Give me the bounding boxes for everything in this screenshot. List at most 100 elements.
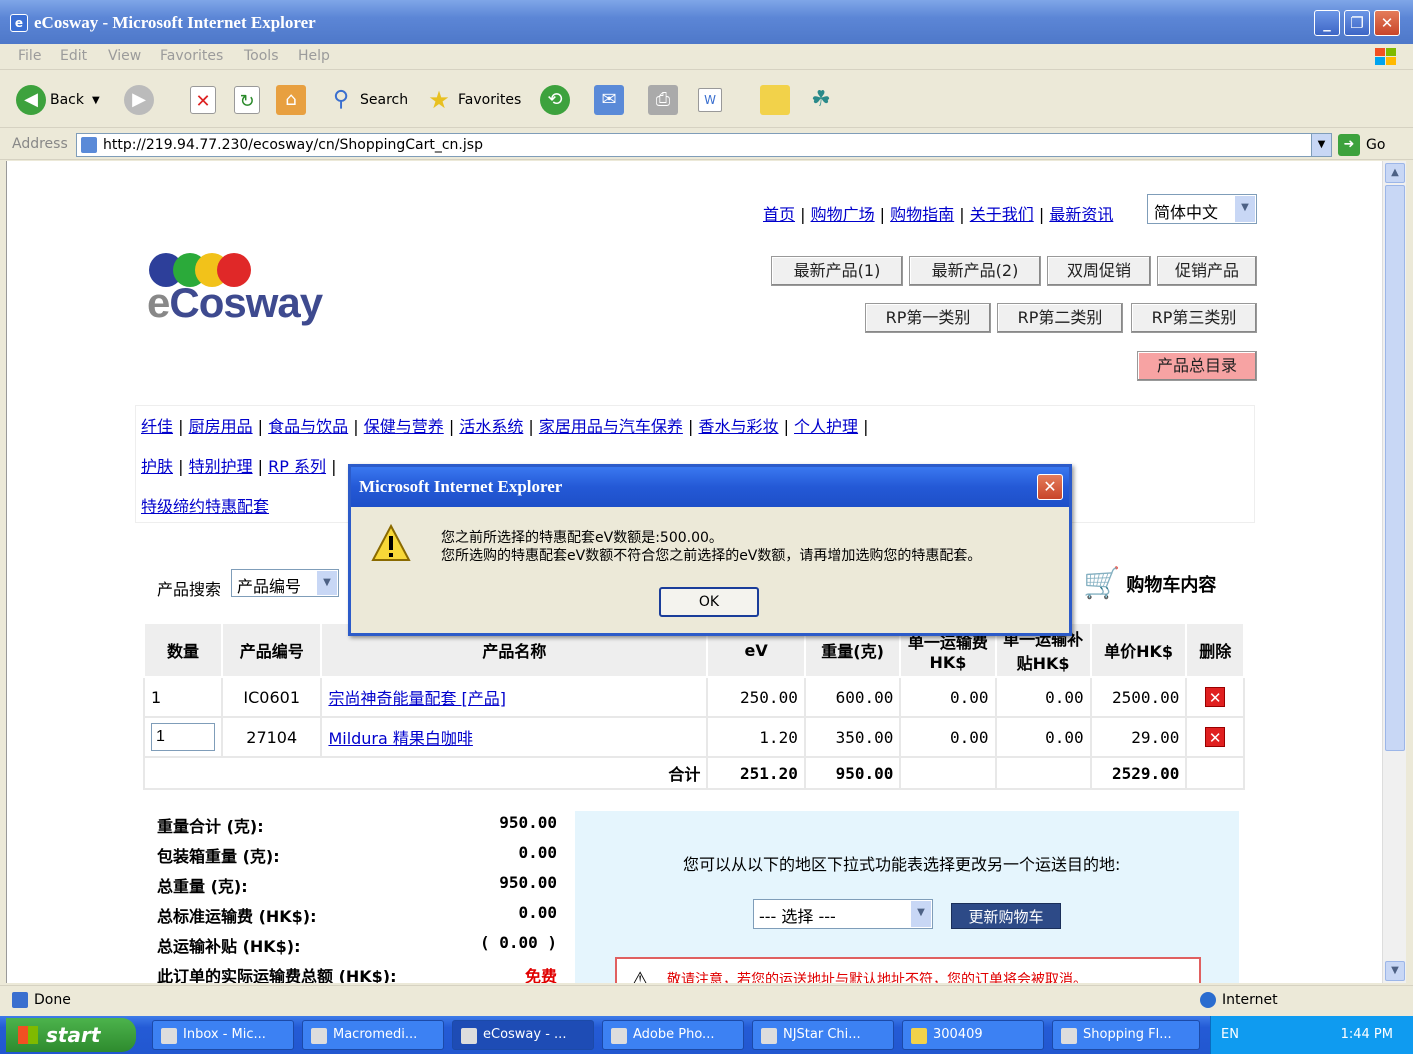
taskbar-item[interactable]: 300409 bbox=[902, 1020, 1044, 1050]
ecosway-logo[interactable]: eCosway bbox=[145, 253, 335, 333]
delete-icon[interactable]: ✕ bbox=[1205, 687, 1226, 707]
summary-value: ( 0.00 ) bbox=[479, 933, 557, 952]
back-dropdown-icon[interactable]: ▼ bbox=[92, 95, 100, 106]
globe-icon bbox=[1200, 992, 1216, 1008]
input-language[interactable]: EN bbox=[1221, 1027, 1239, 1042]
header-qty: 数量 bbox=[143, 622, 223, 678]
product-link[interactable]: 宗尚神奇能量配套 [产品] bbox=[328, 689, 506, 708]
menu-edit[interactable]: Edit bbox=[60, 48, 87, 64]
rp-category-2-button[interactable]: RP第二类别 bbox=[997, 303, 1123, 333]
go-button[interactable]: ➜ Go bbox=[1338, 134, 1385, 156]
taskbar-item[interactable]: eCosway - ... bbox=[452, 1020, 594, 1050]
discuss-button[interactable] bbox=[760, 82, 794, 118]
back-button[interactable]: ◀ Back ▼ bbox=[16, 82, 100, 118]
category-link[interactable]: RP 系列 bbox=[268, 457, 326, 476]
rp-category-1-button[interactable]: RP第一类别 bbox=[865, 303, 991, 333]
taskbar-item[interactable]: Adobe Pho... bbox=[602, 1020, 744, 1050]
menu-help[interactable]: Help bbox=[298, 48, 330, 64]
product-search-label: 产品搜索 bbox=[157, 580, 222, 599]
search-type-value: 产品编号 bbox=[237, 577, 302, 596]
mail-button[interactable]: ✉ bbox=[594, 82, 628, 118]
language-select[interactable]: 简体中文 ▼ bbox=[1147, 194, 1257, 224]
print-button[interactable]: ⎙ bbox=[648, 82, 682, 118]
taskbar-item-label: Adobe Pho... bbox=[633, 1027, 715, 1042]
nav-news-link[interactable]: 最新资讯 bbox=[1049, 205, 1113, 224]
scroll-thumb[interactable] bbox=[1385, 185, 1405, 751]
category-link[interactable]: 食品与饮品 bbox=[268, 417, 348, 436]
refresh-button[interactable]: ↻ bbox=[234, 82, 264, 118]
catalog-button[interactable]: 产品总目录 bbox=[1137, 351, 1257, 381]
region-select[interactable]: --- 选择 --- ▼ bbox=[753, 899, 933, 929]
warning-icon bbox=[371, 523, 411, 561]
taskbar-item[interactable]: Inbox - Mic... bbox=[152, 1020, 294, 1050]
promo-products-button[interactable]: 促销产品 bbox=[1157, 256, 1257, 286]
rp-category-3-button[interactable]: RP第三类别 bbox=[1131, 303, 1257, 333]
nav-mall-link[interactable]: 购物广场 bbox=[811, 205, 875, 224]
search-label: Search bbox=[360, 92, 409, 108]
taskbar-item[interactable]: Shopping Fl... bbox=[1052, 1020, 1200, 1050]
address-input[interactable]: http://219.94.77.230/ecosway/cn/Shopping… bbox=[76, 133, 1332, 157]
favorites-button[interactable]: ★ Favorites bbox=[424, 82, 521, 118]
minimize-button[interactable]: _ bbox=[1314, 10, 1340, 36]
dialog-close-button[interactable]: ✕ bbox=[1037, 474, 1063, 500]
forward-button[interactable]: ▶ bbox=[124, 82, 158, 118]
taskbar-item[interactable]: NJStar Chi... bbox=[752, 1020, 894, 1050]
status-text: Done bbox=[34, 992, 71, 1008]
mail-icon: ✉ bbox=[594, 85, 624, 115]
category-link[interactable]: 活水系统 bbox=[459, 417, 523, 436]
search-type-select[interactable]: 产品编号 ▼ bbox=[231, 569, 339, 597]
taskbar-item-label: NJStar Chi... bbox=[783, 1027, 861, 1042]
address-dropdown-icon[interactable]: ▼ bbox=[1311, 134, 1331, 156]
update-cart-button[interactable]: 更新购物车 bbox=[951, 903, 1061, 929]
new-products-2-button[interactable]: 最新产品(2) bbox=[909, 256, 1041, 286]
nav-home-link[interactable]: 首页 bbox=[763, 205, 795, 224]
category-link[interactable]: 家居用品与汽车保养 bbox=[539, 417, 683, 436]
taskbar-item-label: Macromedi... bbox=[333, 1027, 418, 1042]
outlook-icon bbox=[161, 1028, 177, 1044]
ok-button[interactable]: OK bbox=[659, 587, 759, 617]
menu-favorites[interactable]: Favorites bbox=[160, 48, 223, 64]
taskbar-item[interactable]: Macromedi... bbox=[302, 1020, 444, 1050]
scroll-down-icon[interactable]: ▼ bbox=[1385, 961, 1405, 981]
product-link[interactable]: Mildura 精果白咖啡 bbox=[328, 729, 472, 748]
category-link[interactable]: 护肤 bbox=[141, 457, 173, 476]
category-link[interactable]: 香水与彩妆 bbox=[698, 417, 778, 436]
stop-button[interactable]: ✕ bbox=[190, 82, 220, 118]
nav-about-link[interactable]: 关于我们 bbox=[970, 205, 1034, 224]
menu-tools[interactable]: Tools bbox=[244, 48, 279, 64]
edit-button[interactable]: W bbox=[698, 82, 726, 118]
category-link[interactable]: 保健与营养 bbox=[364, 417, 444, 436]
nav-guide-link[interactable]: 购物指南 bbox=[890, 205, 954, 224]
history-button[interactable]: ⟲ bbox=[540, 82, 574, 118]
category-link[interactable]: 个人护理 bbox=[794, 417, 858, 436]
warning-text: 敬请注意，若您的运送地址与默认地址不符，您的订单将会被取消。 bbox=[667, 972, 1087, 983]
category-link[interactable]: 纤佳 bbox=[141, 417, 173, 436]
restore-button[interactable]: ❐ bbox=[1344, 10, 1370, 36]
messenger-button[interactable]: ☘ bbox=[806, 82, 840, 118]
row-ev: 250.00 bbox=[706, 676, 806, 718]
home-button[interactable]: ⌂ bbox=[276, 82, 310, 118]
menu-file[interactable]: File bbox=[18, 48, 41, 64]
menu-view[interactable]: View bbox=[108, 48, 141, 64]
vertical-scrollbar[interactable]: ▲ ▼ bbox=[1382, 161, 1406, 983]
messenger-icon: ☘ bbox=[811, 87, 831, 112]
close-button[interactable]: ✕ bbox=[1374, 10, 1400, 36]
summary-value-free: 免费 bbox=[524, 967, 557, 983]
windows-logo-icon bbox=[1373, 46, 1399, 68]
status-done: Done bbox=[12, 992, 71, 1008]
scroll-up-icon[interactable]: ▲ bbox=[1385, 163, 1405, 183]
category-link[interactable]: 厨房用品 bbox=[189, 417, 253, 436]
start-button[interactable]: start bbox=[6, 1018, 136, 1052]
taskbar: start Inbox - Mic... Macromedi... eCoswa… bbox=[0, 1016, 1413, 1054]
category-link[interactable]: 特级缔约特惠配套 bbox=[141, 497, 269, 516]
delete-icon[interactable]: ✕ bbox=[1205, 727, 1226, 747]
search-button[interactable]: ⚲ Search bbox=[326, 82, 408, 118]
window-titlebar: e eCosway - Microsoft Internet Explorer … bbox=[0, 0, 1413, 44]
quantity-input[interactable] bbox=[151, 723, 215, 751]
new-products-1-button[interactable]: 最新产品(1) bbox=[771, 256, 903, 286]
biweekly-promo-button[interactable]: 双周促销 bbox=[1047, 256, 1151, 286]
total-price: 2529.00 bbox=[1089, 756, 1188, 790]
summary-row: 总标准运输费 (HK$): 0.00 bbox=[157, 903, 557, 933]
start-label: start bbox=[46, 1023, 101, 1047]
category-link[interactable]: 特别护理 bbox=[189, 457, 253, 476]
